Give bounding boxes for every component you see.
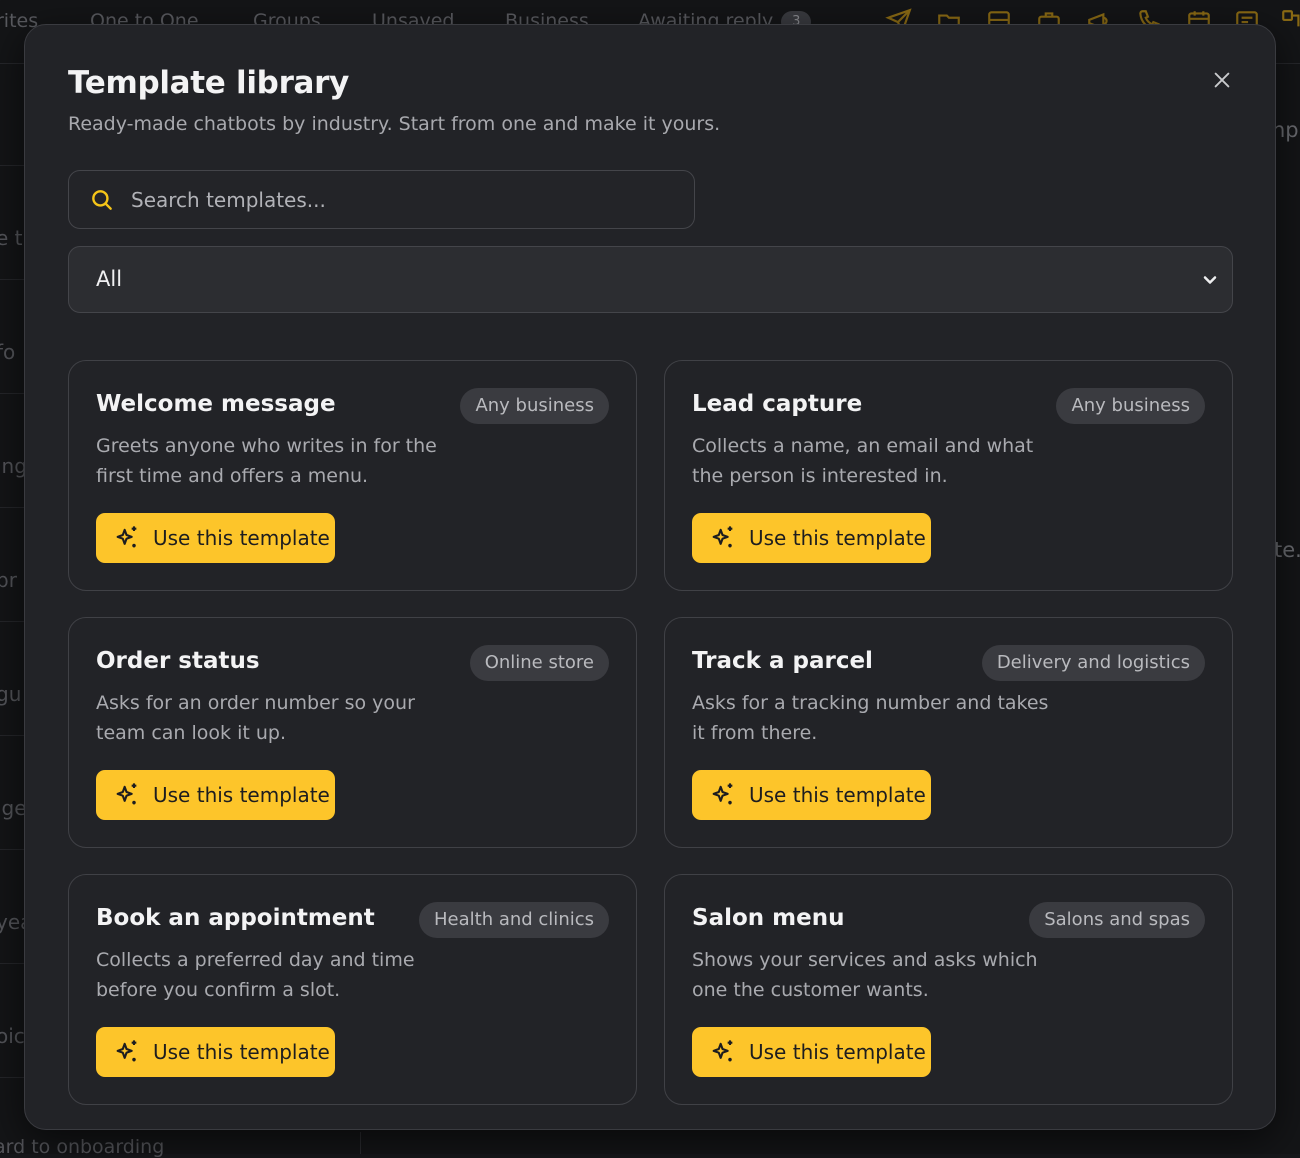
background-divider (0, 507, 26, 508)
sparkle-icon (113, 524, 141, 552)
search-input[interactable] (131, 171, 671, 228)
template-title: Lead capture (692, 391, 862, 417)
close-button[interactable] (1207, 65, 1237, 95)
template-description: Asks for an order number so your team ca… (96, 688, 456, 748)
background-divider (0, 849, 26, 850)
template-title: Salon menu (692, 905, 844, 931)
background-row-text: oic (0, 1024, 25, 1048)
background-divider (0, 393, 26, 394)
industry-tag: Delivery and logistics (982, 645, 1205, 681)
background-divider (0, 621, 26, 622)
use-template-label: Use this template (749, 783, 926, 807)
use-template-button[interactable]: Use this template (692, 1027, 931, 1077)
modal-subtitle: Ready-made chatbots by industry. Start f… (68, 113, 720, 135)
background-right-text: npl (1272, 118, 1300, 142)
use-template-label: Use this template (153, 526, 330, 550)
template-description: Collects a name, an email and what the p… (692, 431, 1052, 491)
sparkle-icon (113, 781, 141, 809)
use-template-label: Use this template (153, 783, 330, 807)
industry-tag: Any business (460, 388, 609, 424)
sparkle-icon (709, 781, 737, 809)
search-box (68, 170, 695, 229)
template-description: Asks for a tracking number and takes it … (692, 688, 1052, 748)
use-template-button[interactable]: Use this template (692, 513, 931, 563)
use-template-button[interactable]: Use this template (96, 513, 335, 563)
background-row-text: lge (0, 796, 27, 820)
sparkle-icon (709, 1038, 737, 1066)
use-template-button[interactable]: Use this template (96, 770, 335, 820)
industry-tag: Any business (1056, 388, 1205, 424)
template-description: Shows your services and asks which one t… (692, 945, 1052, 1005)
flow-icon (1278, 8, 1300, 34)
sparkle-icon (709, 524, 737, 552)
background-row-text: gu (0, 682, 21, 706)
category-selected-value: All (96, 267, 122, 291)
background-divider (360, 1132, 361, 1154)
background-divider (0, 963, 26, 964)
modal-title: Template library (68, 65, 349, 101)
template-card: Track a parcel Delivery and logistics As… (664, 617, 1233, 848)
template-card: Order status Online store Asks for an or… (68, 617, 637, 848)
background-row-text: ing (0, 454, 27, 478)
template-title: Welcome message (96, 391, 336, 417)
template-title: Order status (96, 648, 260, 674)
template-card: Welcome message Any business Greets anyo… (68, 360, 637, 591)
close-icon (1211, 69, 1233, 91)
use-template-label: Use this template (153, 1040, 330, 1064)
use-template-button[interactable]: Use this template (692, 770, 931, 820)
background-row-text: e t (0, 226, 23, 250)
background-bottom-text: ard to onboarding (0, 1136, 164, 1158)
template-description: Greets anyone who writes in for the firs… (96, 431, 456, 491)
template-description: Collects a preferred day and time before… (96, 945, 456, 1005)
template-title: Book an appointment (96, 905, 375, 931)
background-divider (0, 279, 26, 280)
template-library-modal: Template library Ready-made chatbots by … (24, 24, 1276, 1130)
industry-tag: Salons and spas (1029, 902, 1205, 938)
background-row-text: pr (0, 568, 17, 592)
background-divider (0, 1077, 26, 1078)
use-template-label: Use this template (749, 1040, 926, 1064)
template-card: Salon menu Salons and spas Shows your se… (664, 874, 1233, 1105)
use-template-button[interactable]: Use this template (96, 1027, 335, 1077)
search-icon (89, 187, 115, 213)
use-template-label: Use this template (749, 526, 926, 550)
industry-tag: Health and clinics (419, 902, 609, 938)
background-divider (0, 165, 26, 166)
template-card: Lead capture Any business Collects a nam… (664, 360, 1233, 591)
category-select[interactable]: All (68, 246, 1233, 313)
template-card: Book an appointment Health and clinics C… (68, 874, 637, 1105)
background-row-text: fo (0, 340, 15, 364)
industry-tag: Online store (470, 645, 609, 681)
chevron-down-icon (1200, 270, 1220, 290)
background-divider (0, 735, 26, 736)
template-title: Track a parcel (692, 648, 873, 674)
background-right-text: te. (1274, 538, 1300, 562)
sparkle-icon (113, 1038, 141, 1066)
